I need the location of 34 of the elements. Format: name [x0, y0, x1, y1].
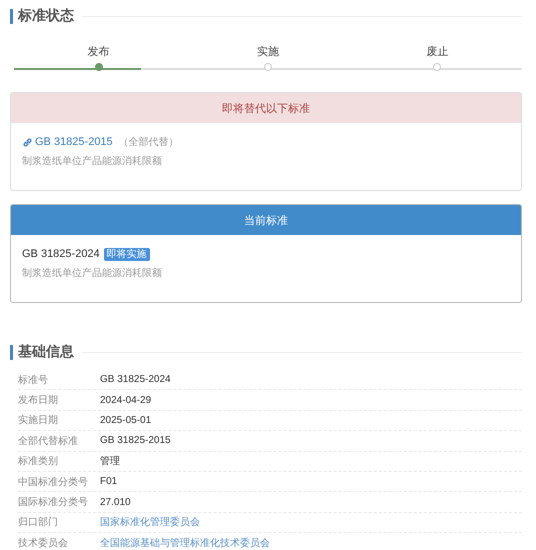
field-label: 技术委员会: [18, 536, 69, 550]
heading-accent: [10, 344, 13, 360]
field-label: 归口部门: [18, 516, 59, 530]
section-title: 基础信息: [18, 343, 74, 361]
field-label: 标准类别: [18, 454, 59, 468]
standard-name: 制浆造纸单位产品能源消耗限额: [22, 266, 163, 280]
field-link[interactable]: 国家标准化管理委员会: [100, 515, 200, 530]
card-header: 即将替代以下标准: [11, 93, 521, 123]
card-header: 当前标准: [11, 205, 521, 235]
field-value: 管理: [100, 455, 120, 468]
heading-accent: [10, 8, 13, 24]
section-title: 标准状态: [18, 7, 74, 25]
field-label: 标准号: [18, 374, 49, 387]
field-value: 27.010: [100, 496, 131, 508]
field-value: GB 31825-2024: [100, 374, 171, 386]
field-value: GB 31825-2015: [100, 435, 171, 446]
step-label: 发布: [88, 45, 110, 59]
field-label: 中国标准分类号: [18, 476, 89, 489]
field-label: 全部代替标准: [18, 434, 79, 448]
field-label: 发布日期: [18, 394, 59, 408]
status-badge: 即将实施: [104, 248, 150, 260]
link-icon: [22, 136, 33, 148]
field-value: F01: [100, 476, 118, 488]
step-label: 废止: [426, 45, 448, 59]
field-link[interactable]: 全国能源基础与管理标准化技术委员会: [100, 536, 270, 550]
replace-note: （全部代替）: [118, 136, 179, 149]
field-value: 2024-04-29: [100, 394, 152, 406]
standard-link[interactable]: GB 31825-2015: [35, 136, 113, 148]
field-label: 实施日期: [18, 414, 59, 428]
standard-name: 制浆造纸单位产品能源消耗限额: [22, 154, 163, 168]
field-value: 2025-05-01: [100, 414, 152, 426]
field-label: 国际标准分类号: [18, 496, 89, 510]
standard-code: GB 31825-2024: [22, 248, 100, 260]
step-label: 实施: [256, 45, 279, 59]
